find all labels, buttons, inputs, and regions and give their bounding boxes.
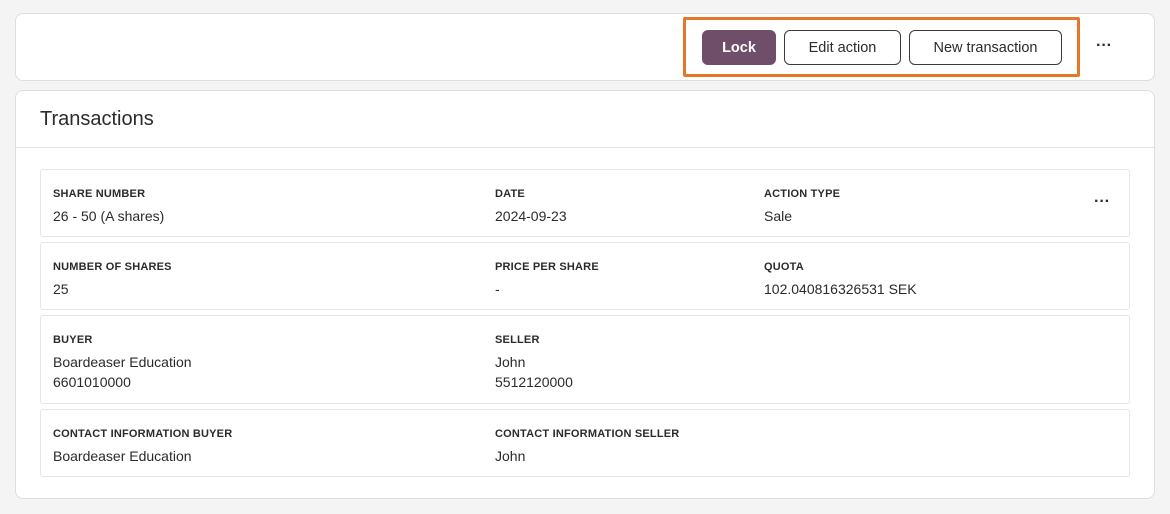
edit-action-button[interactable]: Edit action [784,30,901,65]
buyer-field: BUYER Boardeaser Education 6601010000 [53,333,192,392]
field-label: CONTACT INFORMATION BUYER [53,428,233,440]
date-field: DATE 2024-09-23 [495,187,567,226]
field-value: Boardeaser Education [53,448,192,464]
buyer-id: 6601010000 [53,374,131,390]
field-label: SELLER [495,334,540,346]
field-value: 26 - 50 (A shares) [53,208,165,224]
field-label: NUMBER OF SHARES [53,261,172,273]
field-label: QUOTA [764,261,804,273]
field-label: BUYER [53,334,93,346]
field-label: PRICE PER SHARE [495,261,599,273]
details-row: CONTACT INFORMATION BUYER Boardeaser Edu… [40,409,1130,477]
row-more-options-icon[interactable]: ··· [1090,192,1114,212]
lock-button[interactable]: Lock [702,30,776,65]
number-of-shares-field: NUMBER OF SHARES 25 [53,260,172,299]
field-value: 25 [53,281,69,297]
seller-name: John [495,354,526,370]
details-row: BUYER Boardeaser Education 6601010000 SE… [40,315,1130,404]
seller-field: SELLER John 5512120000 [495,333,573,392]
field-value: 2024-09-23 [495,208,567,224]
more-options-icon[interactable]: ··· [1092,36,1116,56]
price-per-share-field: PRICE PER SHARE - [495,260,599,299]
field-value: 102.040816326531 SEK [764,281,917,297]
field-label: CONTACT INFORMATION SELLER [495,428,680,440]
field-label: SHARE NUMBER [53,188,146,200]
field-value: Sale [764,208,793,224]
section-title: Transactions [40,108,154,130]
details-row: NUMBER OF SHARES 25 PRICE PER SHARE - QU… [40,242,1130,310]
details-row: SHARE NUMBER 26 - 50 (A shares) DATE 202… [40,169,1130,237]
quota-field: QUOTA 102.040816326531 SEK [764,260,917,299]
field-value: John [495,448,526,464]
field-label: DATE [495,188,525,200]
contact-buyer-field: CONTACT INFORMATION BUYER Boardeaser Edu… [53,427,232,466]
field-label: ACTION TYPE [764,188,841,200]
new-transaction-button[interactable]: New transaction [909,30,1062,65]
share-number-field: SHARE NUMBER 26 - 50 (A shares) [53,187,164,226]
buyer-name: Boardeaser Education [53,354,192,370]
contact-seller-field: CONTACT INFORMATION SELLER John [495,427,679,466]
action-type-field: ACTION TYPE Sale [764,187,840,226]
divider [16,147,1154,148]
field-value: - [495,281,500,297]
seller-id: 5512120000 [495,374,573,390]
